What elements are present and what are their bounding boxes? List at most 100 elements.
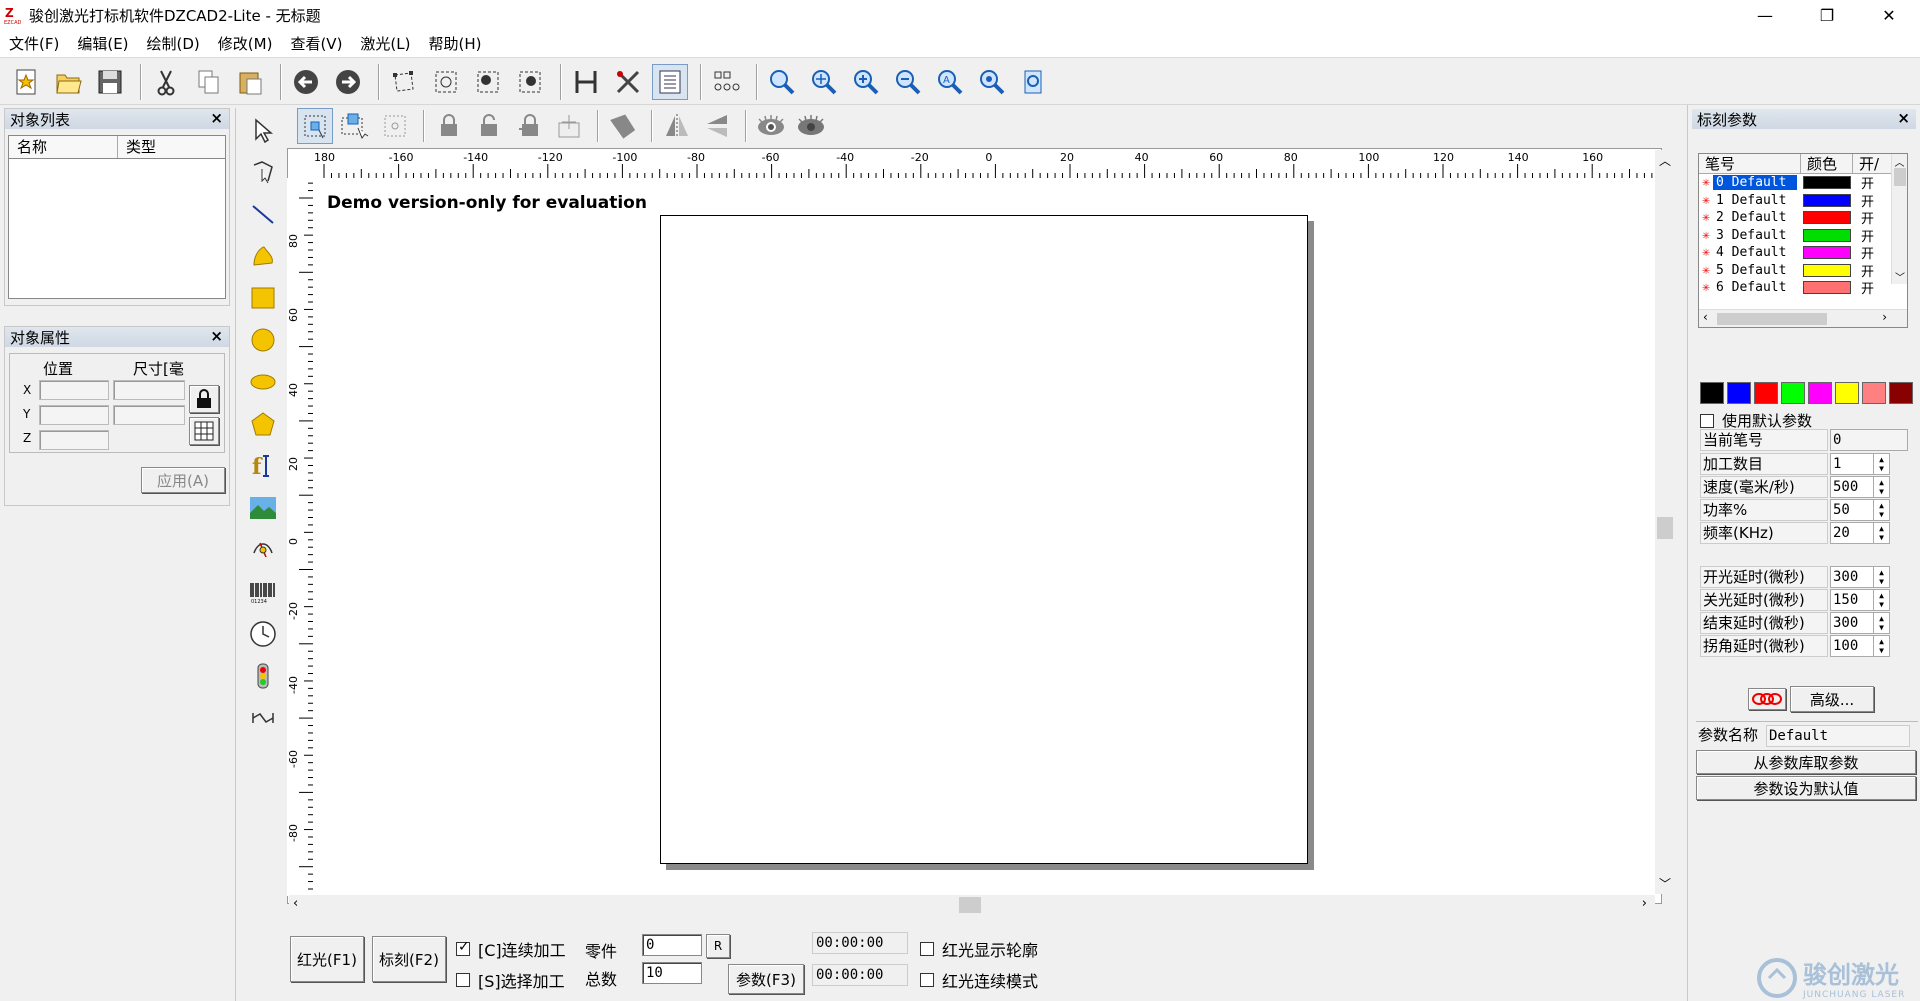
position-y-field[interactable] xyxy=(39,405,109,425)
spin-arrows-icon[interactable]: ▲ ▼ xyxy=(1873,500,1889,520)
close-window-button[interactable]: ✕ xyxy=(1858,0,1920,30)
unlock-icon[interactable] xyxy=(471,108,507,144)
line-tool-icon[interactable] xyxy=(244,196,282,232)
select-checkbox-box[interactable] xyxy=(456,973,470,987)
size-y-field[interactable] xyxy=(113,405,185,425)
mark-params-close-button[interactable]: × xyxy=(1897,109,1910,127)
params-button[interactable]: 参数(F3) xyxy=(728,964,804,994)
use-default-params-checkbox[interactable]: 使用默认参数 xyxy=(1700,410,1812,431)
pen-on-state[interactable]: 开 xyxy=(1861,208,1874,227)
barcode-tool-icon[interactable]: 01234 xyxy=(244,574,282,610)
node-edit-icon[interactable] xyxy=(386,64,422,100)
rectangle-tool-icon[interactable] xyxy=(244,280,282,316)
pen-on-state[interactable]: 开 xyxy=(1861,191,1874,210)
circle-tool-icon[interactable] xyxy=(244,322,282,358)
select-process-checkbox[interactable]: [S]选择加工 xyxy=(456,968,565,992)
align-icon[interactable] xyxy=(551,108,587,144)
pen-number-header[interactable]: 笔号 xyxy=(1699,154,1801,173)
vertical-scroll-thumb[interactable] xyxy=(1657,517,1673,539)
param-value-field[interactable]: 100 ▲ ▼ xyxy=(1830,635,1890,657)
palette-color-swatch[interactable] xyxy=(1889,382,1913,404)
lock-icon[interactable] xyxy=(431,108,467,144)
param-value-field[interactable]: 50 ▲ ▼ xyxy=(1830,499,1890,521)
spin-arrows-icon[interactable]: ▲ ▼ xyxy=(1873,636,1889,656)
object-properties-close-button[interactable]: × xyxy=(210,327,223,345)
open-folder-icon[interactable] xyxy=(50,64,86,100)
pen-color-header[interactable]: 颜色 xyxy=(1801,154,1853,173)
timer-tool-icon[interactable] xyxy=(244,616,282,652)
object-list-body[interactable] xyxy=(8,159,226,299)
param-value-field[interactable]: 150 ▲ ▼ xyxy=(1830,589,1890,611)
pen-row[interactable]: ✳ 5 Default 开 xyxy=(1699,262,1907,280)
palette-color-swatch[interactable] xyxy=(1727,382,1751,404)
mirror-horizontal-icon[interactable] xyxy=(659,108,695,144)
scroll-right-icon[interactable]: › xyxy=(1642,896,1647,911)
cut-icon[interactable] xyxy=(148,64,184,100)
vector-file-icon[interactable] xyxy=(244,532,282,568)
horizontal-scrollbar[interactable]: ‹ › xyxy=(289,895,1655,915)
tools-icon[interactable] xyxy=(610,64,646,100)
spin-arrows-icon[interactable]: ▲ ▼ xyxy=(1873,477,1889,497)
pen-on-state[interactable]: 开 xyxy=(1861,261,1874,280)
redo-icon[interactable] xyxy=(330,64,366,100)
input-port-icon[interactable] xyxy=(244,658,282,694)
pen-list-hscroll[interactable]: ‹ › xyxy=(1699,309,1907,327)
total-count-field[interactable]: 10 xyxy=(642,962,702,984)
spin-arrows-icon[interactable]: ▲ ▼ xyxy=(1873,523,1889,543)
menu-help[interactable]: 帮助(H) xyxy=(419,33,490,54)
pen-color-swatch[interactable] xyxy=(1803,193,1851,207)
curve-tool-icon[interactable] xyxy=(244,238,282,274)
hide-pen-icon[interactable] xyxy=(793,108,829,144)
spin-arrows-icon[interactable]: ▲ ▼ xyxy=(1873,454,1889,474)
pen-row[interactable]: ✳ 3 Default 开 xyxy=(1699,227,1907,245)
advanced-button[interactable]: 高级... xyxy=(1790,686,1874,712)
spin-arrows-icon[interactable]: ▲ ▼ xyxy=(1873,590,1889,610)
pen-list[interactable]: 笔号 颜色 开/ ✳ 0 Default 开 ✳ 1 Default 开 ✳ 2 Defaul… xyxy=(1698,153,1908,328)
menu-view[interactable]: 查看(V) xyxy=(281,33,351,54)
pen-color-swatch[interactable] xyxy=(1803,246,1851,260)
pen-row[interactable]: ✳ 1 Default 开 xyxy=(1699,192,1907,210)
menu-draw[interactable]: 绘制(D) xyxy=(138,33,209,54)
pen-color-swatch[interactable] xyxy=(1803,263,1851,277)
array-icon[interactable] xyxy=(708,64,744,100)
palette-color-swatch[interactable] xyxy=(1862,382,1886,404)
position-z-field[interactable] xyxy=(39,430,109,450)
vertical-scrollbar[interactable]: ︿ ﹀ xyxy=(1655,150,1675,894)
red-continuous-checkbox[interactable]: 红光连续模式 xyxy=(920,968,1038,992)
red-outline-checkbox[interactable]: 红光显示轮廓 xyxy=(920,937,1038,961)
size-x-field[interactable] xyxy=(113,380,185,400)
pen-on-state[interactable]: 开 xyxy=(1861,243,1874,262)
load-from-library-button[interactable]: 从参数库取参数 xyxy=(1696,750,1916,774)
object-list-close-button[interactable]: × xyxy=(210,109,223,127)
pen-color-swatch[interactable] xyxy=(1803,211,1851,225)
menu-edit[interactable]: 编辑(E) xyxy=(68,33,137,54)
pen-on-state[interactable]: 开 xyxy=(1861,226,1874,245)
ungroup-icon[interactable] xyxy=(512,64,548,100)
lock-ratio-icon[interactable] xyxy=(189,385,219,413)
polygon-tool-icon[interactable] xyxy=(244,406,282,442)
deselect-icon[interactable] xyxy=(377,108,413,144)
pen-list-vscroll[interactable]: ︿ ﹀ xyxy=(1891,154,1907,284)
param-value-field[interactable]: 1 ▲ ▼ xyxy=(1830,453,1890,475)
scroll-up-icon[interactable]: ︿ xyxy=(1659,152,1671,169)
palette-color-swatch[interactable] xyxy=(1754,382,1778,404)
minimize-button[interactable]: — xyxy=(1734,0,1796,30)
node-tool-icon[interactable] xyxy=(244,154,282,190)
object-list-type-header[interactable]: 类型 xyxy=(118,136,225,158)
palette-color-swatch[interactable] xyxy=(1700,382,1724,404)
pen-list-toggle-icon[interactable] xyxy=(652,63,688,100)
show-pen-icon[interactable] xyxy=(753,108,789,144)
mirror-vertical-icon[interactable] xyxy=(699,108,735,144)
group-icon[interactable] xyxy=(470,64,506,100)
horizontal-scroll-thumb[interactable] xyxy=(959,897,981,913)
pen-on-state[interactable]: 开 xyxy=(1861,278,1874,297)
copy-icon[interactable] xyxy=(190,64,226,100)
select-arrow-icon[interactable] xyxy=(244,112,282,148)
apply-button[interactable]: 应用(A) xyxy=(141,467,225,493)
zoom-selected-icon[interactable] xyxy=(974,64,1010,100)
menu-file[interactable]: 文件(F) xyxy=(0,33,68,54)
zoom-out-icon[interactable] xyxy=(890,64,926,100)
set-as-default-button[interactable]: 参数设为默认值 xyxy=(1696,776,1916,800)
pen-on-header[interactable]: 开/ xyxy=(1853,154,1893,173)
pen-row[interactable]: ✳ 2 Default 开 xyxy=(1699,209,1907,227)
